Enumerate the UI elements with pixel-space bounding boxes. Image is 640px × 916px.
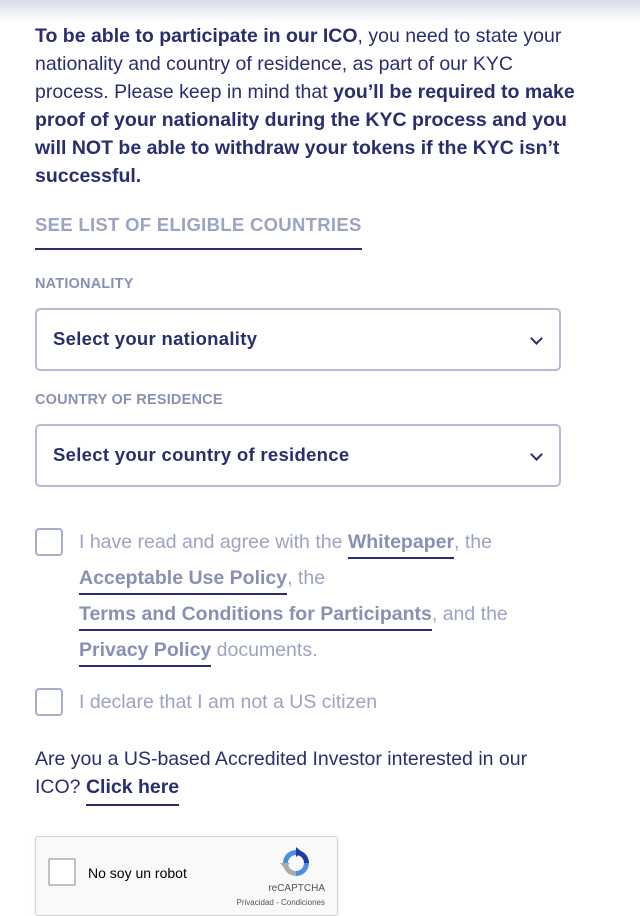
intro-bold-1: To be able to participate in our ICO (35, 25, 358, 47)
us-citizen-checkbox[interactable] (35, 688, 63, 716)
recaptcha-brand: reCAPTCHA (268, 883, 325, 894)
top-shadow (0, 0, 640, 22)
agreement-checkbox[interactable] (35, 528, 63, 556)
recaptcha-label: No soy un robot (88, 865, 187, 881)
agreement-text: I have read and agree with the Whitepape… (79, 524, 579, 668)
agreement-text-2: , the (454, 531, 492, 553)
recaptcha-checkbox[interactable] (48, 858, 76, 886)
residence-label: COUNTRY OF RESIDENCE (35, 392, 223, 408)
nationality-label: NATIONALITY (35, 276, 134, 292)
recaptcha-widget: No soy un robot reCAPTCHA Privacidad - C… (35, 836, 338, 916)
chevron-down-icon (530, 332, 543, 345)
kyc-intro-text: To be able to participate in our ICO, yo… (35, 22, 575, 190)
terms-conditions-link[interactable]: Terms and Conditions for Participants (79, 603, 432, 631)
residence-select[interactable]: Select your country of residence (35, 424, 561, 487)
agreement-text-5: documents. (211, 639, 318, 661)
agreement-text-1: I have read and agree with the (79, 531, 348, 553)
accredited-investor-question: Are you a US-based Accredited Investor i… (35, 745, 575, 806)
recaptcha-logo-icon (280, 847, 309, 876)
recaptcha-terms-link[interactable]: Condiciones (281, 898, 325, 907)
whitepaper-link[interactable]: Whitepaper (347, 531, 455, 559)
recaptcha-privacy-link[interactable]: Privacidad (237, 898, 274, 907)
residence-select-value: Select your country of residence (53, 444, 350, 465)
agreement-text-3: , the (287, 567, 326, 589)
us-citizen-declaration: I declare that I am not a US citizen (79, 691, 378, 713)
chevron-down-icon (530, 448, 543, 461)
agreement-text-4: , and the (431, 603, 508, 625)
recaptcha-separator: - (273, 898, 281, 907)
privacy-policy-link[interactable]: Privacy Policy (79, 639, 212, 667)
nationality-select[interactable]: Select your nationality (35, 308, 561, 371)
eligible-countries-link[interactable]: SEE LIST OF ELIGIBLE COUNTRIES (35, 212, 362, 250)
recaptcha-footer: Privacidad - Condiciones (237, 898, 326, 907)
acceptable-use-policy-link[interactable]: Acceptable Use Policy (79, 567, 288, 595)
nationality-select-value: Select your nationality (53, 328, 258, 349)
accredited-click-here-link[interactable]: Click here (85, 776, 180, 806)
